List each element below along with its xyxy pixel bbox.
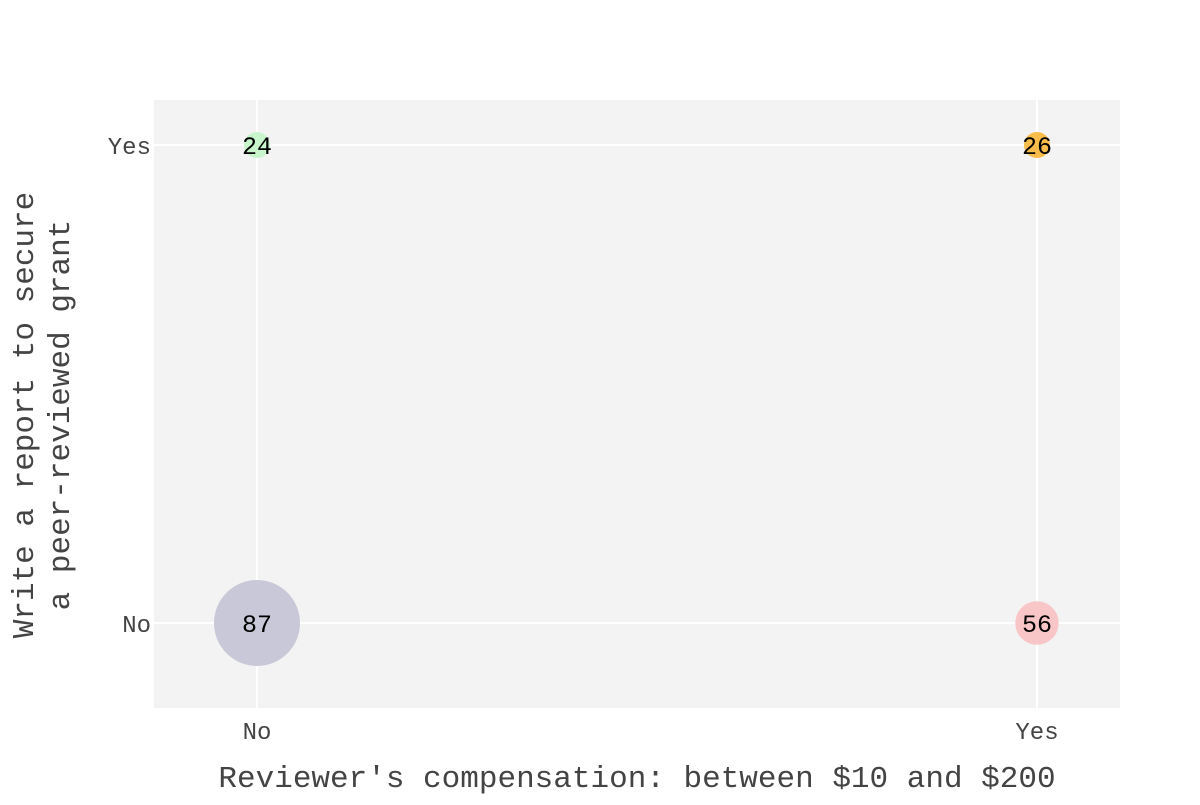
bubble-value-label-1: 26	[1022, 133, 1052, 162]
chart-svg: 24 26 87 56 No Yes No Yes Reviewer's compensat…	[8, 100, 1120, 797]
bubble-value-label-3: 56	[1022, 611, 1052, 640]
bubble-value-label-0: 24	[242, 133, 272, 162]
chart: 24 26 87 56 No Yes No Yes Reviewer's compensat…	[0, 0, 1200, 800]
bubble-no-yes: 24	[242, 132, 272, 162]
bubble-no-no: 87	[214, 580, 300, 666]
y-tick-label-no: No	[122, 613, 151, 640]
bubble-yes-no: 56	[1015, 601, 1059, 645]
x-axis-title: Reviewer's compensation: between $10 and…	[218, 762, 1055, 797]
y-axis-title: Write a report to secure a peer-reviewed…	[8, 192, 79, 638]
bubble-yes-yes: 26	[1022, 132, 1052, 162]
bubble-value-label-2: 87	[242, 611, 272, 640]
y-tick-label-yes: Yes	[108, 135, 151, 162]
y-axis-title-line-1: Write a report to secure	[8, 192, 43, 638]
y-axis-title-line-2: a peer-reviewed grant	[44, 220, 79, 611]
x-tick-label-yes: Yes	[1015, 720, 1058, 747]
x-tick-label-no: No	[243, 720, 272, 747]
